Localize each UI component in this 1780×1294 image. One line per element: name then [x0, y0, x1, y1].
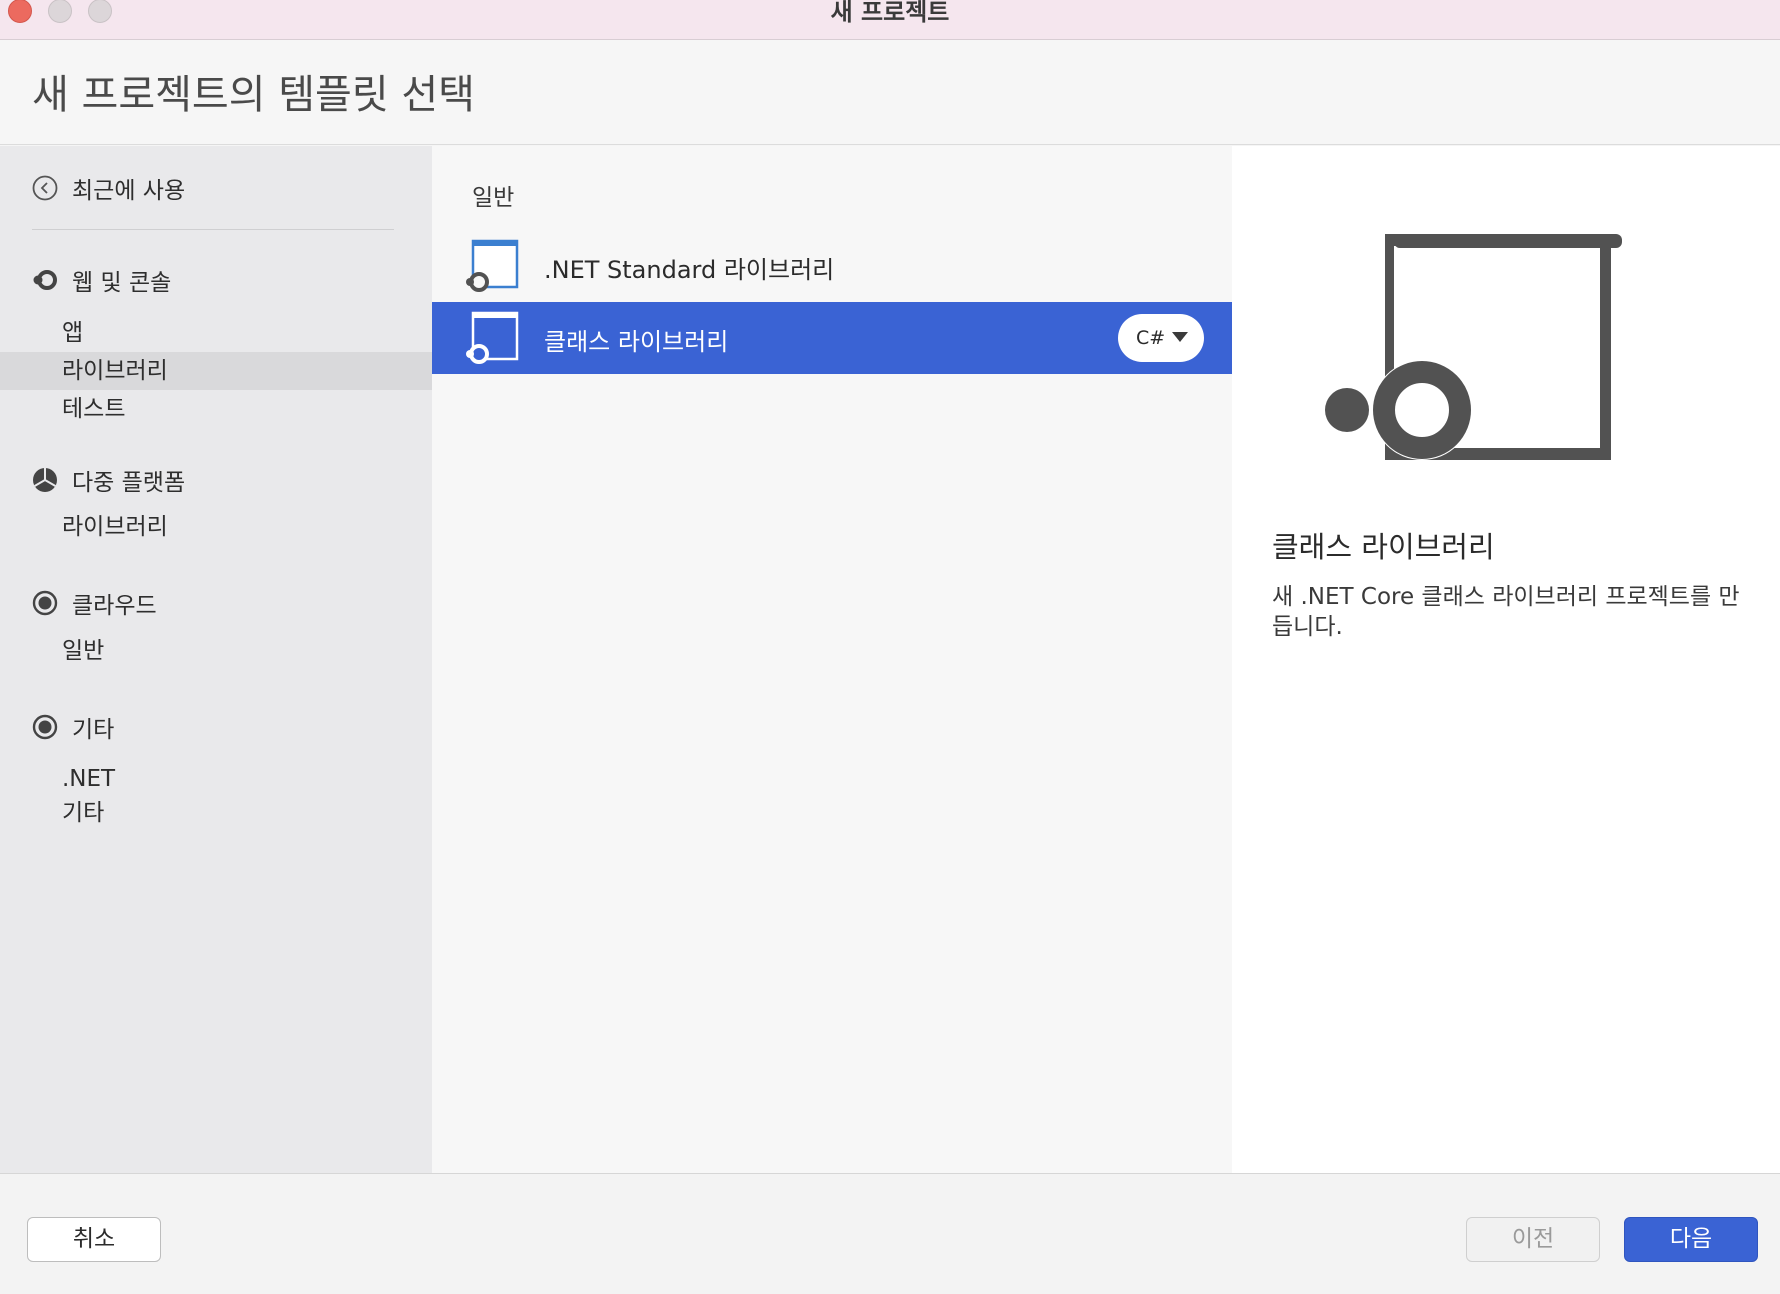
template-list: 일반 .NET Standard 라이브러리 클래스 라이브러리 C# [432, 146, 1232, 1173]
template-item-class-library[interactable]: 클래스 라이브러리 C# [432, 302, 1232, 374]
sidebar-group-label: 클라우드 [72, 593, 157, 619]
sidebar-item-library[interactable]: 라이브러리 [0, 352, 432, 390]
other-icon [32, 714, 58, 740]
previous-button[interactable]: 이전 [1466, 1217, 1600, 1262]
sidebar-group-label: 기타 [72, 717, 115, 743]
sidebar-item-library[interactable]: 라이브러리 [0, 508, 432, 546]
library-template-icon [466, 239, 519, 292]
back-circle-icon [32, 175, 58, 201]
sidebar-group-multiplatform: 다중 플랫폼 [0, 460, 432, 500]
dialog-footer: 취소 이전 다음 [0, 1173, 1780, 1294]
language-select[interactable]: C# [1118, 314, 1204, 362]
web-console-icon [33, 270, 57, 290]
sidebar-recent-label: 최근에 사용 [72, 178, 186, 204]
sidebar-item-dotnet[interactable]: .NET [0, 760, 432, 798]
library-template-icon [466, 311, 519, 364]
category-sidebar: 최근에 사용 웹 및 콘솔 앱 라이브러리 테스트 다중 플랫폼 라이브러리 클… [0, 146, 432, 1173]
sidebar-group-cloud: 클라우드 [0, 583, 432, 623]
template-section-label: 일반 [472, 185, 515, 211]
title-bar: 새 프로젝트 [0, 0, 1780, 40]
library-template-large-icon [1325, 234, 1622, 460]
next-button[interactable]: 다음 [1624, 1217, 1758, 1262]
template-item-netstandard-library[interactable]: .NET Standard 라이브러리 [432, 230, 1232, 302]
sidebar-group-web-console: 웹 및 콘솔 [0, 260, 432, 300]
chevron-down-icon [1172, 332, 1188, 342]
sidebar-group-label: 다중 플랫폼 [72, 470, 186, 496]
cloud-icon [32, 590, 58, 616]
template-detail-pane: 클래스 라이브러리 새 .NET Core 클래스 라이브러리 프로젝트를 만듭… [1232, 146, 1780, 1173]
cancel-button[interactable]: 취소 [27, 1217, 161, 1262]
language-value: C# [1136, 327, 1166, 349]
sidebar-recent[interactable]: 최근에 사용 [0, 168, 432, 208]
window-title: 새 프로젝트 [830, 0, 950, 26]
sidebar-divider [32, 229, 394, 230]
sidebar-group-label: 웹 및 콘솔 [72, 270, 172, 296]
page-title: 새 프로젝트의 템플릿 선택 [32, 72, 475, 118]
sidebar-group-other: 기타 [0, 707, 432, 747]
dialog-header: 새 프로젝트의 템플릿 선택 [0, 40, 1780, 145]
template-label: 클래스 라이브러리 [544, 328, 729, 356]
sidebar-item-app[interactable]: 앱 [0, 314, 432, 352]
sidebar-item-test[interactable]: 테스트 [0, 390, 432, 428]
sidebar-item-general[interactable]: 일반 [0, 632, 432, 670]
detail-description: 새 .NET Core 클래스 라이브러리 프로젝트를 만듭니다. [1272, 584, 1740, 640]
template-label: .NET Standard 라이브러리 [544, 256, 835, 284]
multiplatform-icon [33, 468, 57, 492]
sidebar-item-other[interactable]: 기타 [0, 794, 432, 832]
detail-title: 클래스 라이브러리 [1272, 530, 1495, 564]
